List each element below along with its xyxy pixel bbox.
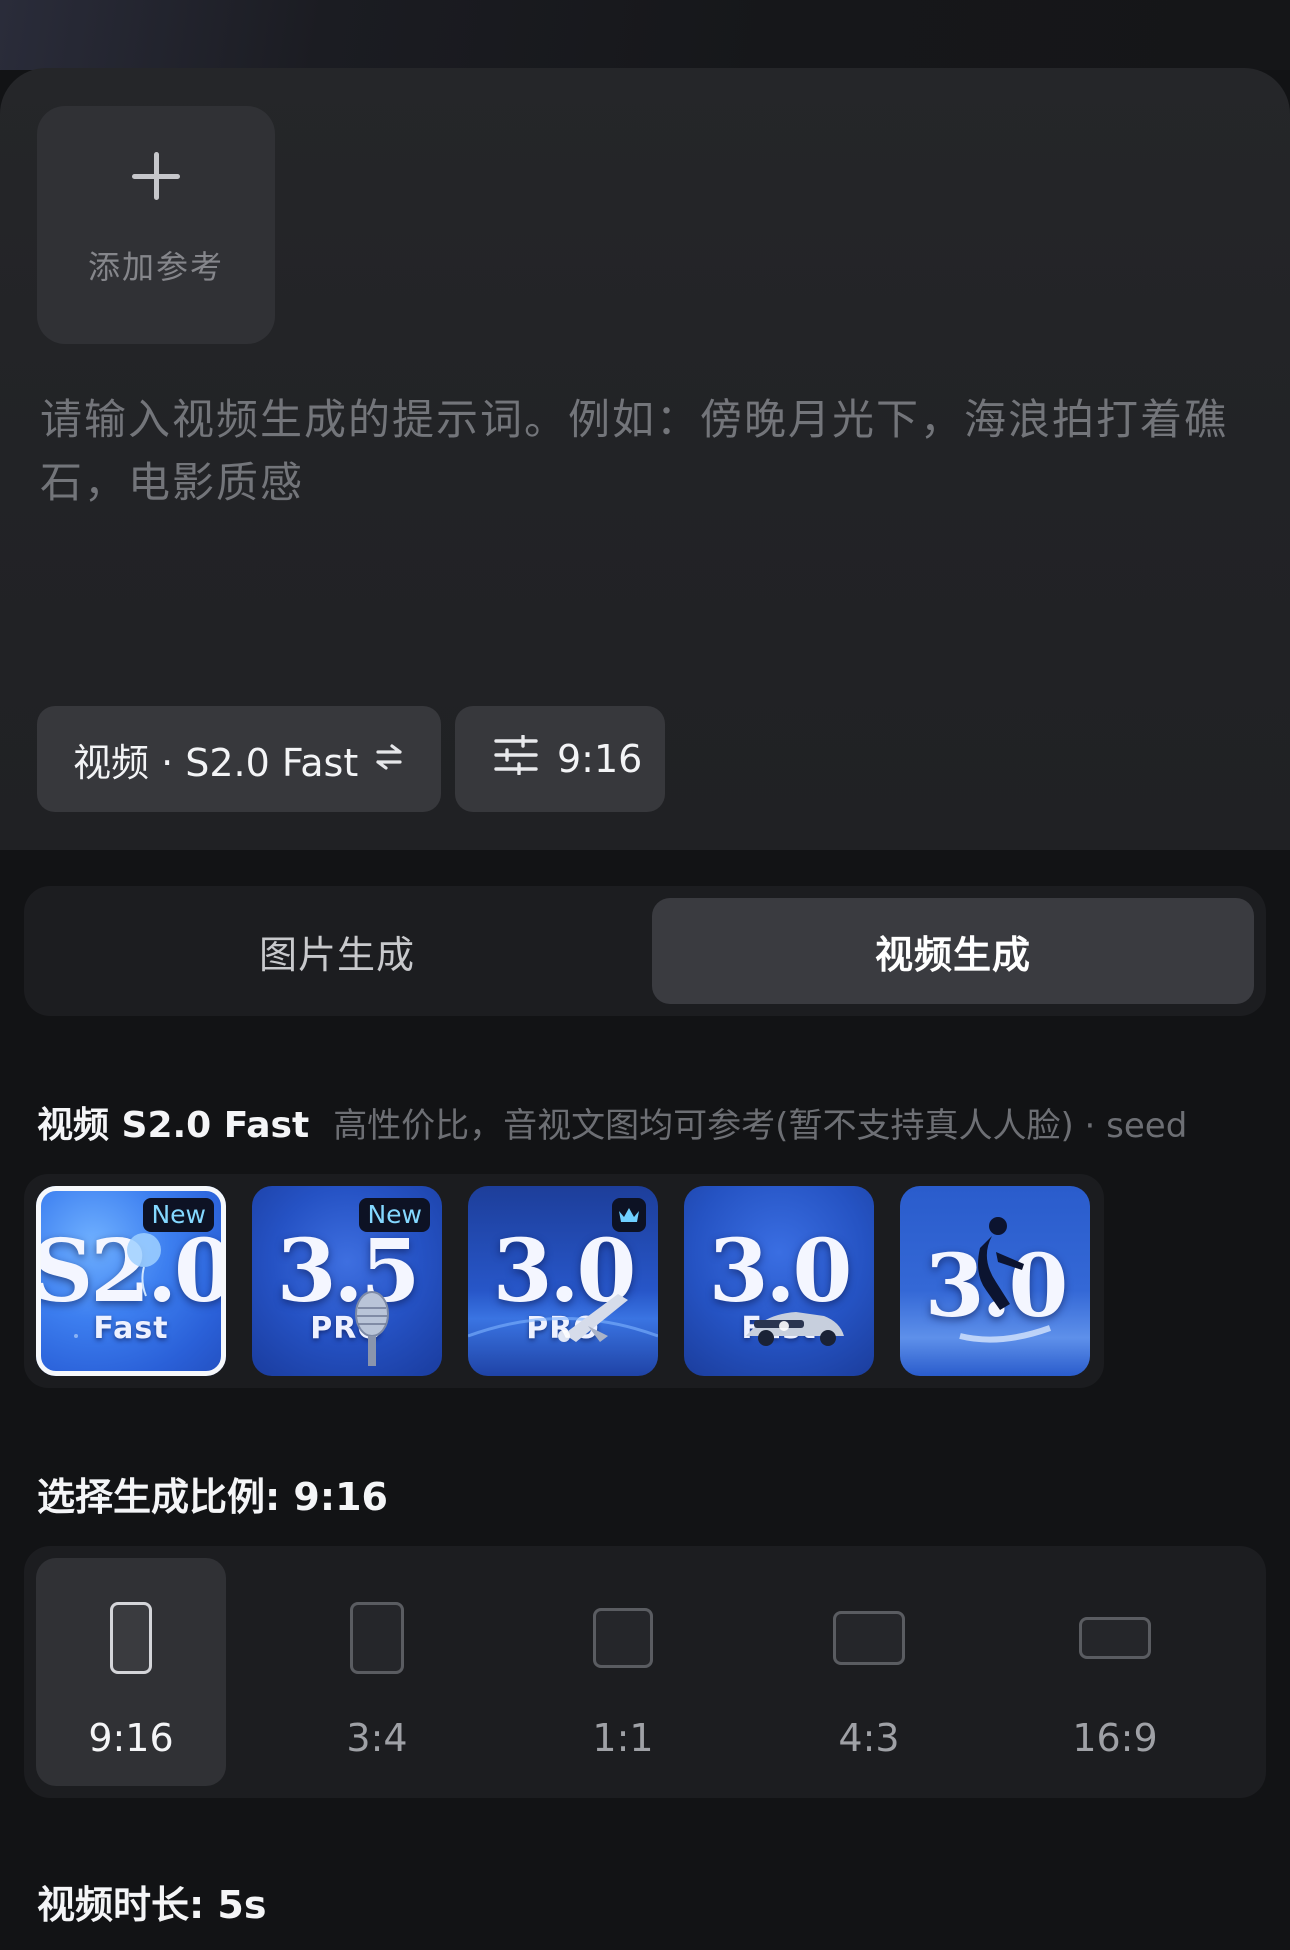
model-name: 视频 S2.0 Fast <box>37 1105 310 1146</box>
model-card-3-0[interactable]: 3.0 <box>900 1186 1090 1376</box>
ratio-option-16-9[interactable]: 16:9 <box>1020 1558 1210 1786</box>
model-description: 高性价比，音视文图均可参考(暂不支持真人人脸) · seed <box>333 1106 1188 1146</box>
add-reference-button[interactable]: 添加参考 <box>37 106 275 344</box>
ratio-chip-label: 9:16 <box>557 737 643 781</box>
tab-image-generation[interactable]: 图片生成 <box>36 898 638 1004</box>
duration-section-title: 视频时长: 5s <box>37 1883 267 1927</box>
ratio-option-4-3[interactable]: 4:3 <box>774 1558 964 1786</box>
ratio-label: 16:9 <box>1072 1716 1158 1760</box>
swap-arrows-icon <box>374 739 404 779</box>
ratio-label: 9:16 <box>88 1716 174 1760</box>
prompt-input[interactable]: 请输入视频生成的提示词。例如：傍晚月光下，海浪拍打着礁石，电影质感 <box>40 388 1260 514</box>
model-picker: New S2.0 Fast New 3.5 PRO 3.0 PRO 3.0 <box>24 1174 1104 1388</box>
plus-icon <box>132 152 180 200</box>
crown-icon <box>612 1198 646 1232</box>
landscape-ratio-icon <box>833 1611 905 1665</box>
model-card-3-0-fast[interactable]: 3.0 Fast <box>684 1186 874 1376</box>
tab-video-generation[interactable]: 视频生成 <box>652 898 1254 1004</box>
model-selector-chip[interactable]: 视频 · S2.0 Fast <box>37 706 441 812</box>
surfer-art <box>959 1217 1052 1343</box>
ratio-label: 3:4 <box>346 1716 408 1760</box>
ratio-settings-chip[interactable]: 9:16 <box>455 706 665 812</box>
ratio-option-1-1[interactable]: 1:1 <box>528 1558 718 1786</box>
model-card-3-0-pro[interactable]: 3.0 PRO <box>468 1186 658 1376</box>
model-card-s2-fast[interactable]: New S2.0 Fast <box>36 1186 226 1376</box>
add-reference-label: 添加参考 <box>87 248 224 286</box>
sports-car-art <box>746 1312 844 1346</box>
model-card-3-5-pro[interactable]: New 3.5 PRO <box>252 1186 442 1376</box>
model-info: 视频 S2.0 Fast 高性价比，音视文图均可参考(暂不支持真人人脸) · s… <box>37 1096 1187 1148</box>
portrait-ratio-icon <box>350 1602 404 1674</box>
portrait-ratio-icon <box>110 1602 152 1674</box>
prompt-composer: 添加参考 请输入视频生成的提示词。例如：傍晚月光下，海浪拍打着礁石，电影质感 视… <box>0 68 1290 850</box>
ratio-label: 4:3 <box>838 1716 900 1760</box>
square-ratio-icon <box>593 1608 653 1668</box>
model-chip-label: 视频 · S2.0 Fast <box>73 740 359 785</box>
aspect-ratio-picker: 9:16 3:4 1:1 4:3 16:9 <box>24 1546 1266 1798</box>
landscape-ratio-icon <box>1079 1617 1151 1659</box>
ratio-label: 1:1 <box>592 1716 654 1760</box>
generation-mode-tabs: 图片生成 视频生成 <box>24 886 1266 1016</box>
ratio-section-title: 选择生成比例: 9:16 <box>37 1475 388 1519</box>
new-badge: New <box>359 1198 430 1232</box>
ratio-option-9-16[interactable]: 9:16 <box>36 1558 226 1786</box>
sliders-icon <box>493 733 539 784</box>
new-badge: New <box>143 1198 214 1232</box>
top-background <box>0 0 1290 70</box>
ratio-option-3-4[interactable]: 3:4 <box>282 1558 472 1786</box>
